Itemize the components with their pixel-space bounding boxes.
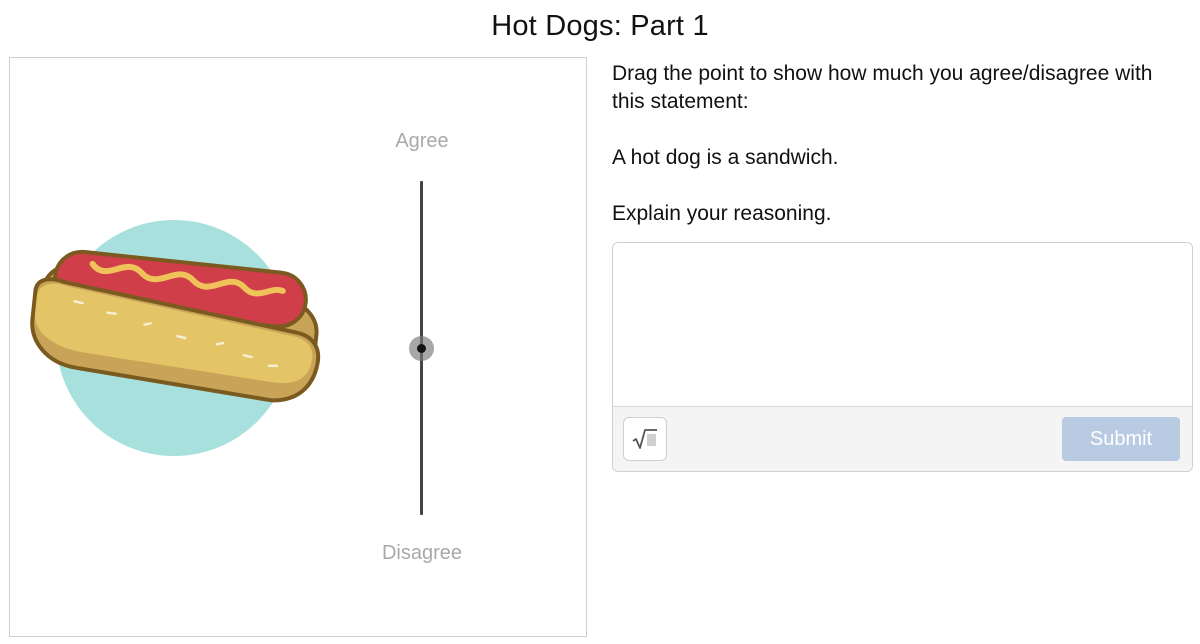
slider-handle-dot [417,343,426,353]
page-title: Hot Dogs: Part 1 [491,10,709,42]
response-textarea[interactable] [613,243,1192,406]
square-root-icon [632,429,657,449]
graph-panel: Agree Disagree [9,57,587,637]
instructions: Drag the point to show how much you agre… [612,60,1172,256]
agreement-slider-handle[interactable] [409,335,434,361]
math-input-button[interactable] [623,417,667,461]
response-box: Submit [612,242,1193,472]
submit-button[interactable]: Submit [1062,417,1180,461]
statement-text: A hot dog is a sandwich. [612,146,839,169]
follow-up-text: Explain your reasoning. [612,202,832,225]
disagree-label: Disagree [381,542,463,564]
prompt-text: Drag the point to show how much you agre… [612,62,1153,113]
agree-label: Agree [395,130,449,152]
response-toolbar: Submit [613,406,1192,471]
